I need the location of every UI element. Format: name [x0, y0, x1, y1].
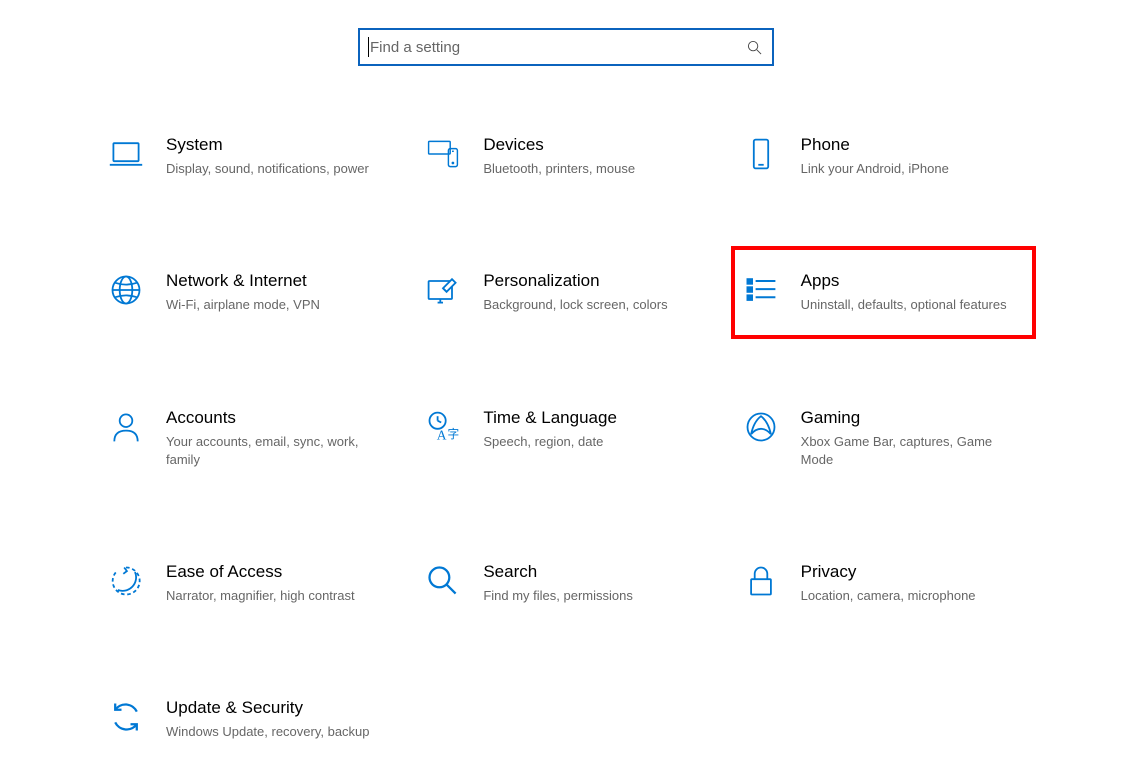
tile-title: Personalization [483, 270, 706, 292]
phone-icon [743, 136, 779, 172]
apps-icon [743, 272, 779, 308]
settings-grid: System Display, sound, notifications, po… [0, 126, 1132, 750]
search-box[interactable] [358, 28, 774, 66]
tile-desc: Wi-Fi, airplane mode, VPN [166, 296, 389, 314]
search-icon [425, 563, 461, 599]
person-icon [108, 409, 144, 445]
gaming-icon [743, 409, 779, 445]
tile-desc: Narrator, magnifier, high contrast [166, 587, 389, 605]
text-cursor [368, 37, 369, 57]
tile-title: Time & Language [483, 407, 706, 429]
time-language-icon: A字 [425, 409, 461, 445]
tile-title: Ease of Access [166, 561, 389, 583]
tile-desc: Your accounts, email, sync, work, family [166, 433, 389, 469]
tile-desc: Bluetooth, printers, mouse [483, 160, 706, 178]
tile-title: Search [483, 561, 706, 583]
tile-title: Update & Security [166, 697, 389, 719]
search-container [0, 0, 1132, 126]
tile-ease-of-access[interactable]: Ease of Access Narrator, magnifier, high… [100, 553, 397, 613]
laptop-icon [108, 136, 144, 172]
tile-phone[interactable]: Phone Link your Android, iPhone [735, 126, 1032, 186]
svg-text:字: 字 [448, 426, 460, 440]
tile-search[interactable]: Search Find my files, permissions [417, 553, 714, 613]
tile-gaming[interactable]: Gaming Xbox Game Bar, captures, Game Mod… [735, 399, 1032, 477]
tile-time-language[interactable]: A字 Time & Language Speech, region, date [417, 399, 714, 477]
tile-desc: Windows Update, recovery, backup [166, 723, 389, 741]
tile-update-security[interactable]: Update & Security Windows Update, recove… [100, 689, 397, 749]
tile-personalization[interactable]: Personalization Background, lock screen,… [417, 262, 714, 322]
tile-desc: Background, lock screen, colors [483, 296, 706, 314]
tile-privacy[interactable]: Privacy Location, camera, microphone [735, 553, 1032, 613]
personalization-icon [425, 272, 461, 308]
tile-title: Phone [801, 134, 1024, 156]
tile-title: Gaming [801, 407, 1024, 429]
tile-desc: Xbox Game Bar, captures, Game Mode [801, 433, 1024, 469]
tile-desc: Link your Android, iPhone [801, 160, 1024, 178]
svg-text:A: A [437, 427, 447, 442]
tile-title: Privacy [801, 561, 1024, 583]
tile-desc: Location, camera, microphone [801, 587, 1024, 605]
tile-title: Apps [801, 270, 1024, 292]
devices-icon [425, 136, 461, 172]
lock-icon [743, 563, 779, 599]
globe-icon [108, 272, 144, 308]
update-icon [108, 699, 144, 735]
tile-title: Accounts [166, 407, 389, 429]
search-input[interactable] [370, 39, 747, 56]
search-icon[interactable] [747, 40, 762, 55]
tile-title: Network & Internet [166, 270, 389, 292]
tile-apps[interactable]: Apps Uninstall, defaults, optional featu… [731, 246, 1036, 338]
tile-network[interactable]: Network & Internet Wi-Fi, airplane mode,… [100, 262, 397, 322]
tile-desc: Speech, region, date [483, 433, 706, 451]
tile-desc: Find my files, permissions [483, 587, 706, 605]
tile-accounts[interactable]: Accounts Your accounts, email, sync, wor… [100, 399, 397, 477]
tile-title: System [166, 134, 389, 156]
tile-title: Devices [483, 134, 706, 156]
tile-devices[interactable]: Devices Bluetooth, printers, mouse [417, 126, 714, 186]
tile-system[interactable]: System Display, sound, notifications, po… [100, 126, 397, 186]
tile-desc: Uninstall, defaults, optional features [801, 296, 1024, 314]
ease-of-access-icon [108, 563, 144, 599]
tile-desc: Display, sound, notifications, power [166, 160, 389, 178]
